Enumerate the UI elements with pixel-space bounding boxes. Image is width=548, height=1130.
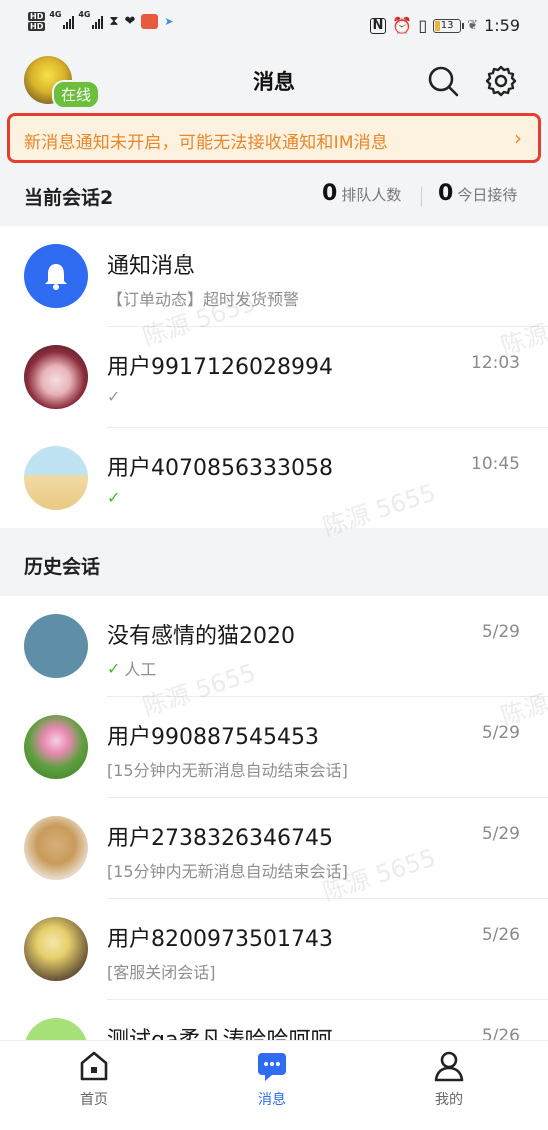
notification-disabled-banner[interactable]: 新消息通知未开启，可能无法接收通知和IM消息 › [7,113,541,163]
queue-stat: 0 排队人数 [322,181,401,206]
avatar [24,917,88,981]
avatar [24,614,88,678]
banner-text: 新消息通知未开启，可能无法接收通知和IM消息 [24,133,389,153]
chat-icon [258,1053,286,1081]
conversation-name: 测试qa柔凡涛哈哈呵呵 [107,1022,332,1040]
tab-label: 我的 [435,1092,463,1108]
stat-divider [421,187,422,207]
list-item[interactable]: 测试qa柔凡涛哈哈呵呵 5/26 [0,1000,548,1040]
tab-label: 首页 [80,1092,108,1108]
vibrate-icon: ▯ [418,16,428,35]
check-icon: ✓ [107,658,121,678]
send-icon: ➤ [164,15,174,28]
status-left: HD HD 4G 4G ⧗ ❤ ➤ [28,10,174,31]
conversation-time: 5/29 [481,622,520,642]
list-item[interactable]: 用户8200973501743 5/26 [客服关闭会话] [0,899,548,1000]
avatar [24,244,88,308]
conversation-name: 用户9917126028994 [107,355,333,380]
list-item[interactable]: 用户2738326346745 5/29 [15分钟内无新消息自动结束会话] [0,798,548,899]
list-item[interactable]: 通知消息 【订单动态】超时发货预警 [0,226,548,327]
signal-icon: 4G [78,10,104,29]
bell-icon [45,264,67,290]
check-icon: ✓ [107,488,121,507]
chevron-right-icon: › [514,126,522,150]
today-count: 0 [438,181,454,206]
queue-count: 0 [322,181,338,206]
avatar [24,816,88,880]
conversation-preview: ✓ [107,387,120,406]
conversation-preview: [15分钟内无新消息自动结束会话] [107,862,348,881]
current-session-list: 通知消息 【订单动态】超时发货预警 用户9917126028994 12:03 … [0,226,548,528]
current-sessions-header: 当前会话2 0 排队人数 0 今日接待 [0,167,548,223]
conversation-name: 用户8200973501743 [107,927,333,952]
hourglass-icon: ⧗ [109,14,119,29]
battery-icon: 13 [433,18,465,33]
gear-icon[interactable] [484,64,518,98]
app-notification-icon [141,14,159,29]
conversation-preview: [客服关闭会话] [107,963,216,982]
conversation-name: 用户4070856333058 [107,456,333,481]
history-session-list: 没有感情的猫2020 5/29 ✓ 人工 用户990887545453 5/29… [0,596,548,1040]
heart-icon: ❤ [124,14,136,29]
conversation-time: 10:45 [471,454,520,474]
avatar [24,1018,88,1040]
search-icon[interactable] [426,64,460,98]
home-icon [80,1051,108,1081]
status-right: N ⏰ ▯ 13 ❦ 1:59 [369,16,520,35]
conversation-preview: ✓ [107,488,120,507]
page-title: 消息 [253,70,295,94]
conversation-name: 通知消息 [107,254,196,279]
clock-time: 1:59 [484,16,520,35]
nfc-icon: N [369,17,387,34]
signal-icon: 4G [49,10,75,29]
app-header: 在线 消息 [0,50,548,110]
conversation-preview: [15分钟内无新消息自动结束会话] [107,761,348,780]
conversation-preview: ✓ 人工 [107,656,156,680]
today-label: 今日接待 [457,186,518,204]
queue-label: 排队人数 [341,186,402,204]
list-item[interactable]: 用户990887545453 5/29 [15分钟内无新消息自动结束会话] [0,697,548,798]
conversation-time: 5/26 [481,925,520,945]
section-title: 历史会话 [24,556,101,578]
conversation-name: 用户990887545453 [107,725,319,750]
conversation-preview: 【订单动态】超时发货预警 [107,290,300,309]
list-item[interactable]: 用户9917126028994 12:03 ✓ [0,327,548,428]
network-type: 4G [49,9,62,19]
list-item[interactable]: 没有感情的猫2020 5/29 ✓ 人工 [0,596,548,697]
conversation-time: 12:03 [471,353,520,373]
bottom-tab-bar: 首页 消息 我的 [0,1040,548,1130]
list-item[interactable]: 用户4070856333058 10:45 ✓ [0,428,548,529]
hd-badge: HD [28,12,46,21]
avatar [24,446,88,510]
tab-messages[interactable]: 消息 [212,1049,332,1109]
tab-me[interactable]: 我的 [389,1049,509,1109]
avatar [24,345,88,409]
section-title: 当前会话2 [24,187,114,209]
alarm-icon: ⏰ [392,16,413,35]
conversation-time: 5/29 [481,824,520,844]
user-icon [434,1051,464,1082]
status-bar: HD HD 4G 4G ⧗ ❤ ➤ N ⏰ ▯ 13 ❦ 1:59 [0,0,548,50]
conversation-name: 没有感情的猫2020 [107,624,295,649]
tab-label: 消息 [258,1092,286,1108]
conversation-time: 5/29 [481,723,520,743]
history-sessions-header: 历史会话 [0,528,548,596]
avatar [24,715,88,779]
conversation-name: 用户2738326346745 [107,826,333,851]
hd-indicators: HD HD [28,12,46,31]
check-icon: ✓ [107,387,121,406]
today-stat: 0 今日接待 [438,181,517,206]
tab-home[interactable]: 首页 [34,1049,154,1109]
leaf-icon: ❦ [467,18,479,33]
hd-badge: HD [28,22,46,31]
preview-text: 人工 [124,660,157,679]
network-type: 4G [78,9,91,19]
conversation-time: 5/26 [481,1026,520,1040]
